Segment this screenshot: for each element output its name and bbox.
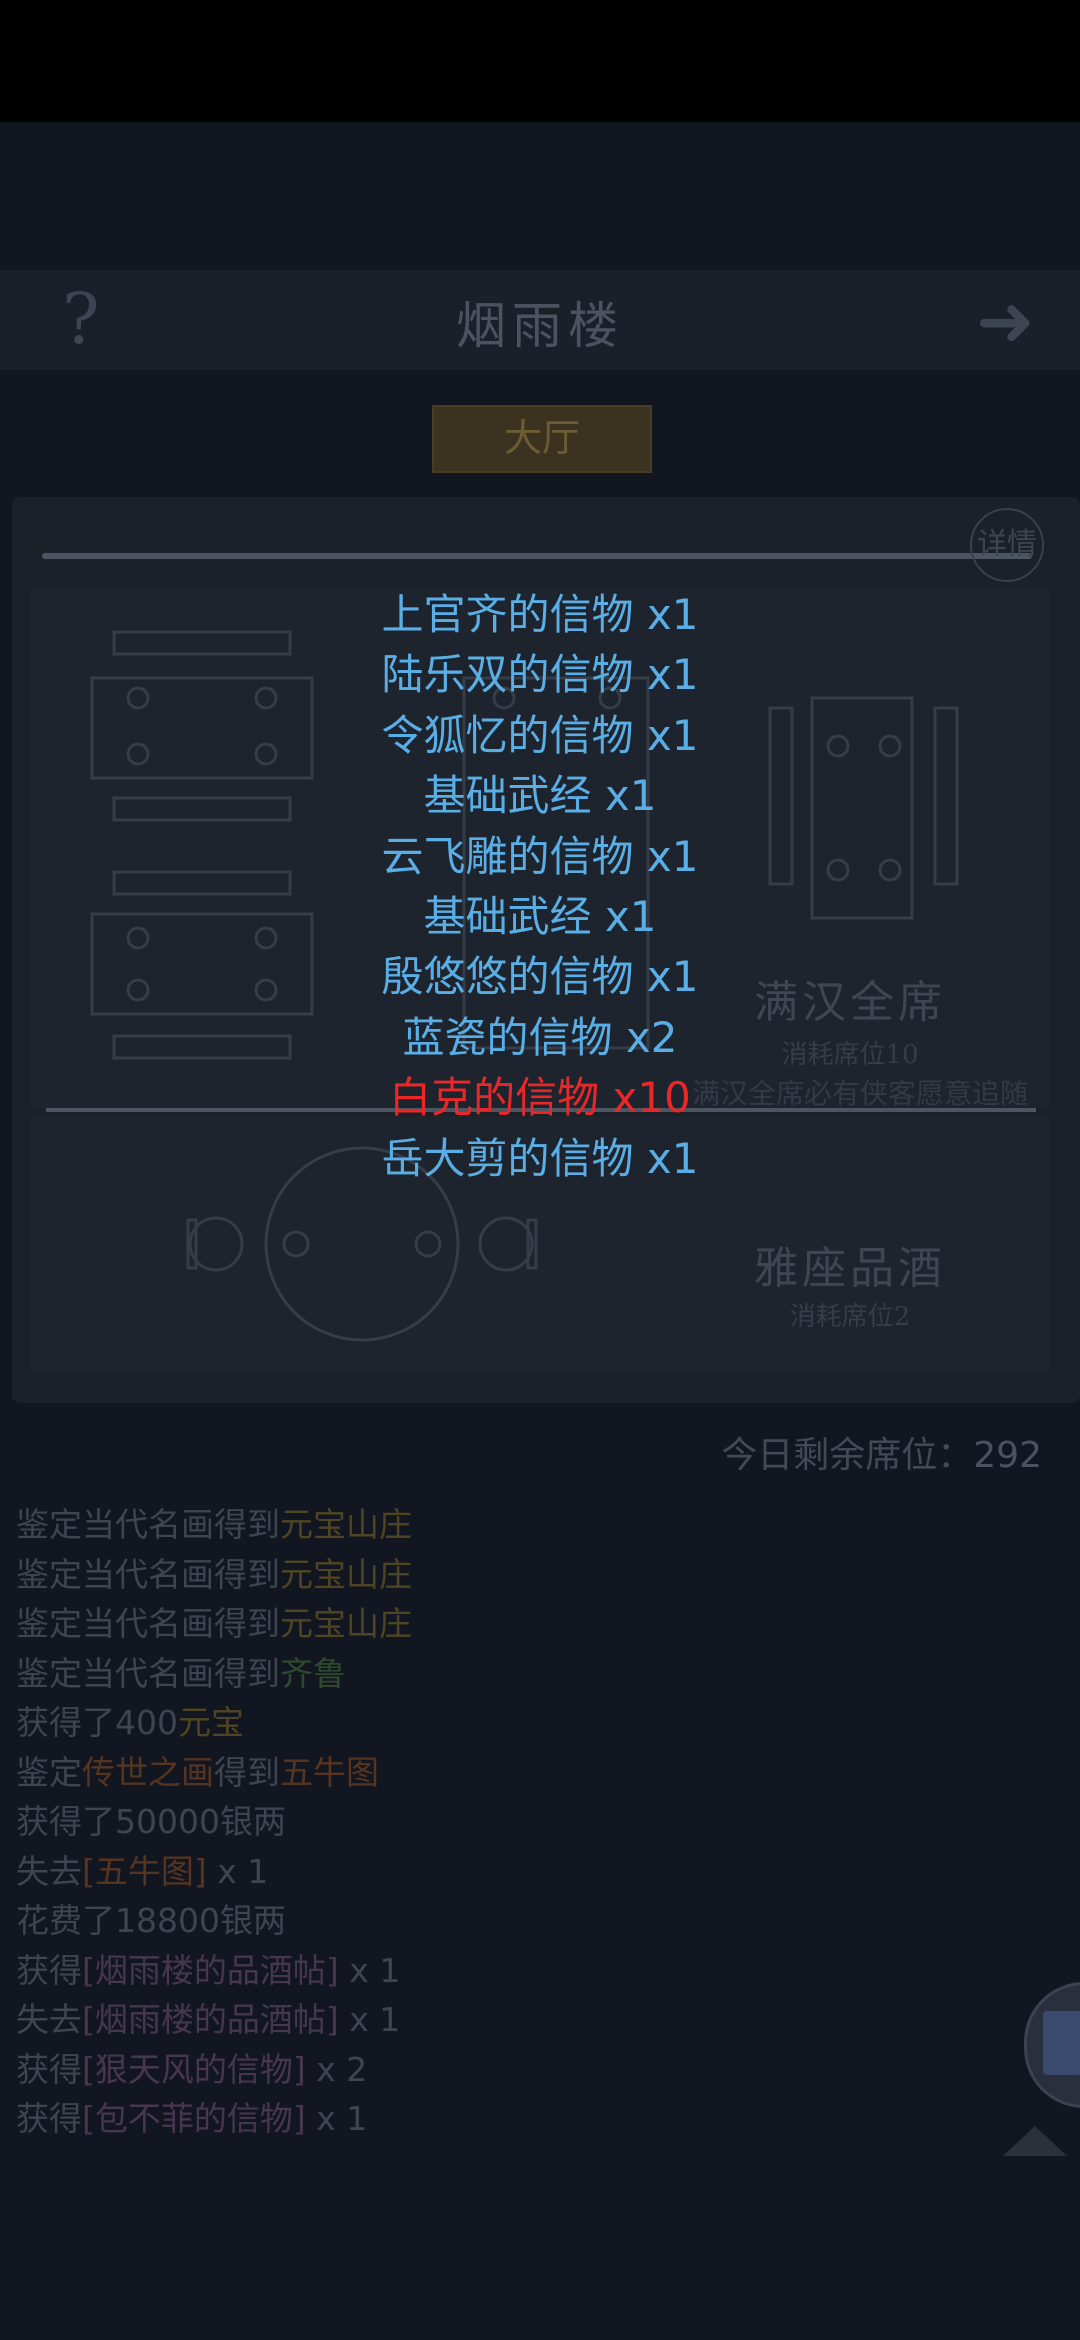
log-segment: 元宝山庄 [280,1604,412,1643]
log-segment: 获得了50000银两 [16,1802,286,1841]
log-segment: 花费了18800银两 [16,1901,286,1940]
log-segment: [包不菲的信物] [82,2099,306,2138]
remaining-seats-label: 今日剩余席位： [721,1435,974,1476]
log-segment: [烟雨楼的品酒帖] [82,1950,339,1990]
details-button[interactable]: 详情 [970,508,1044,582]
reward-item: 上官齐的信物 x1 [0,585,1080,645]
reward-item: 蓝瓷的信物 x2 [0,1008,1080,1068]
log-segment: x 1 [206,1851,269,1891]
log-segment: [五牛图] [82,1851,207,1891]
reward-item: 殷悠悠的信物 x1 [0,947,1080,1007]
log-segment: 五牛图 [280,1752,379,1792]
log-segment: 失去 [16,1851,82,1891]
log-segment: [狠天风的信物] [82,2049,306,2089]
tab-hall[interactable]: 大厅 [432,405,652,473]
reward-item: 白克的信物 x10 [0,1068,1080,1128]
reward-name: 基础武经 [423,771,592,821]
reward-name: 上官齐的信物 [381,590,634,639]
log-line: 花费了18800银两 [16,1896,916,1946]
reward-name: 殷悠悠的信物 [381,952,634,1002]
log-segment: 获得 [16,1950,82,1990]
next-arrow-icon[interactable]: ➜ [976,280,1035,362]
log-line: 失去[五牛图] x 1 [16,1847,916,1897]
remaining-seats-value: 292 [973,1435,1042,1476]
log-line: 失去[烟雨楼的品酒帖] x 1 [16,1995,916,2045]
reward-quantity: x1 [633,831,699,881]
log-segment: 鉴定当代名画得到 [16,1505,280,1544]
log-line: 获得了400元宝 [16,1698,916,1748]
reward-popup: 上官齐的信物 x1 陆乐双的信物 x1 令狐忆的信物 x1 基础武经 x1 云飞雕的信物… [0,585,1080,1189]
reward-item: 云飞雕的信物 x1 [0,827,1080,887]
log-segment: 鉴定当代名画得到 [16,1554,280,1594]
log-segment: 元宝山庄 [280,1554,412,1594]
page-title: 烟雨楼 [456,297,624,355]
log-segment: 鉴定当代名画得到 [16,1604,280,1643]
reward-name: 陆乐双的信物 [381,650,634,700]
scroll-up-icon[interactable] [1003,2126,1067,2156]
log-line: 获得[狠天风的信物] x 2 [16,2045,916,2095]
reward-name: 云飞雕的信物 [381,831,634,881]
log-segment: 齐鲁 [280,1653,346,1693]
reward-quantity: x1 [633,650,699,700]
log-line: 鉴定传世之画得到五牛图 [16,1748,916,1798]
log-line: 鉴定当代名画得到齐鲁 [16,1649,916,1699]
reward-quantity: x1 [633,952,699,1002]
log-segment: 传世之画 [82,1752,214,1792]
wine-seat-cost: 消耗席位2 [789,1302,911,1332]
scroll-book-icon[interactable] [1024,1982,1080,2108]
reward-quantity: x1 [633,590,699,639]
reward-name: 蓝瓷的信物 [402,1012,613,1062]
status-bar [0,0,1080,122]
remaining-seats: 今日剩余席位：292 [721,1426,1042,1478]
reward-item: 陆乐双的信物 x1 [0,645,1080,705]
reward-name: 白克的信物 [389,1073,600,1123]
log-segment: x 2 [305,2049,368,2089]
reward-quantity: x1 [591,891,657,941]
event-log[interactable]: 鉴定当代名画得到元宝山庄 鉴定当代名画得到元宝山庄 鉴定当代名画得到元宝山庄 鉴定当代… [16,1500,916,2140]
log-segment: x 1 [338,2000,401,2039]
reward-name: 令狐忆的信物 [381,710,634,760]
log-segment: 获得 [16,2049,82,2089]
log-segment: 元宝山庄 [280,1505,412,1544]
log-segment: 获得了400 [16,1703,178,1742]
log-line: 鉴定当代名画得到元宝山庄 [16,1500,916,1550]
reward-quantity: x1 [633,710,699,760]
reward-quantity: x10 [599,1073,691,1123]
log-line: 鉴定当代名画得到元宝山庄 [16,1550,916,1600]
reward-quantity: x1 [591,771,657,821]
reward-name: 岳大剪的信物 [381,1133,634,1183]
reward-quantity: x1 [633,1133,699,1183]
wine-seat-title[interactable]: 雅座品酒 [700,1232,1000,1296]
log-segment: 获得 [16,2099,82,2138]
reward-quantity: x2 [612,1012,678,1062]
log-segment: 鉴定当代名画得到 [16,1653,280,1693]
log-line: 获得[包不菲的信物] x 1 [16,2094,916,2140]
log-line: 获得了50000银两 [16,1797,916,1847]
log-segment: x 1 [305,2099,368,2138]
log-segment: x 1 [338,1950,401,1990]
divider [42,553,1032,559]
log-segment: [烟雨楼的品酒帖] [82,2000,339,2039]
log-line: 鉴定当代名画得到元宝山庄 [16,1599,916,1649]
reward-item: 基础武经 x1 [0,887,1080,947]
reward-item: 基础武经 x1 [0,766,1080,826]
log-segment: 鉴定 [16,1752,82,1792]
log-line: 获得[烟雨楼的品酒帖] x 1 [16,1946,916,1996]
log-segment: 得到 [214,1752,280,1792]
log-segment: 元宝 [178,1703,244,1742]
reward-item: 令狐忆的信物 x1 [0,706,1080,766]
log-segment: 失去 [16,2000,82,2039]
reward-item: 岳大剪的信物 x1 [0,1129,1080,1189]
reward-name: 基础武经 [423,891,592,941]
